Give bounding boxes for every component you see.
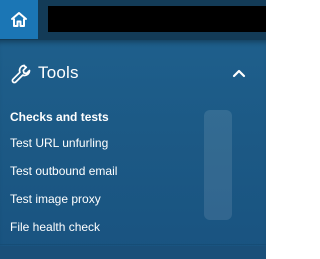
section-title: Tools	[38, 63, 79, 82]
wrench-icon	[11, 64, 31, 84]
group-heading: Checks and tests	[10, 110, 109, 124]
divider	[0, 244, 266, 245]
top-bar	[0, 0, 266, 40]
home-button[interactable]	[0, 0, 38, 39]
background-watermark-icon	[204, 110, 232, 220]
menu-item-test-url-unfurling[interactable]: Test URL unfurling	[10, 136, 108, 150]
app-frame: Tools Checks and tests Test URL unfurlin…	[0, 0, 266, 259]
search-input[interactable]	[48, 6, 266, 32]
chevron-up-icon	[232, 69, 246, 78]
menu-item-file-health-check[interactable]: File health check	[10, 220, 100, 234]
tools-section-toggle[interactable]: Tools	[0, 54, 266, 94]
tools-menu-panel: Tools Checks and tests Test URL unfurlin…	[0, 40, 266, 259]
home-icon	[11, 12, 27, 27]
menu-item-test-image-proxy[interactable]: Test image proxy	[10, 192, 101, 206]
panel-bottom-edge	[0, 246, 266, 259]
menu-item-test-outbound-email[interactable]: Test outbound email	[10, 164, 117, 178]
